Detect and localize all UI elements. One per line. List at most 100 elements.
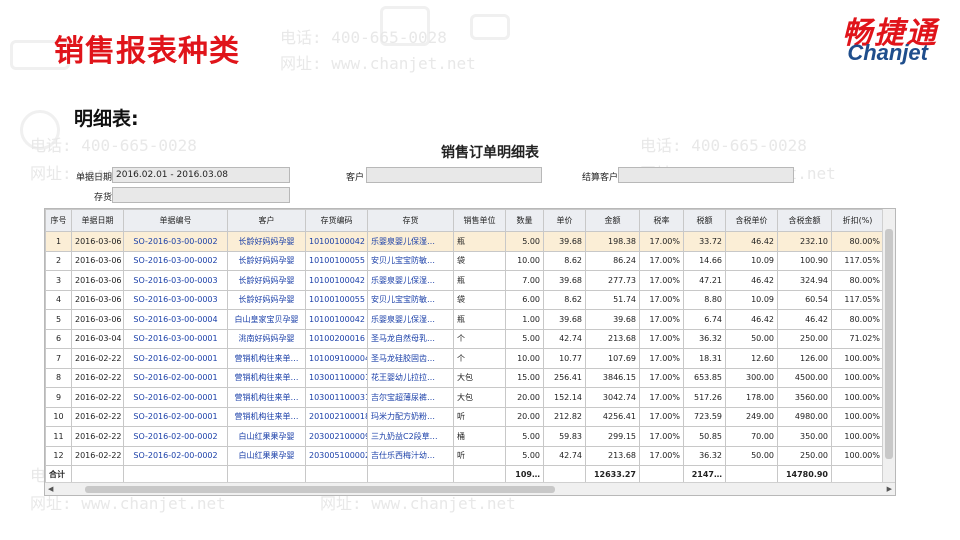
table-cell: 5.00 <box>505 445 544 466</box>
table-row[interactable]: 9 2016-02-22 SO-2016-02-00-0001 营销机构往来单… 103… <box>45 387 884 408</box>
table-cell: 212.82 <box>543 406 586 427</box>
settle-customer-filter-input[interactable] <box>618 167 794 183</box>
sales-order-detail-grid[interactable]: 序号 单据日期 单据编号 客户 存货编码 存货 销售单位 数量 单价 金额 税率 税额 含税单价 含税金额… <box>44 208 896 496</box>
table-row[interactable]: 12 2016-02-22 SO-2016-02-00-0002 白山红果果孕婴 203… <box>45 445 884 466</box>
table-cell: 249.00 <box>725 406 778 427</box>
column-header[interactable]: 销售单位 <box>453 209 506 232</box>
detail-table: 序号 单据日期 单据编号 客户 存货编码 存货 销售单位 数量 单价 金额 税率 税额 含税单价 含税金额… <box>45 209 884 484</box>
scroll-right-arrow-icon[interactable]: ▶ <box>887 483 892 495</box>
table-cell: 12.60 <box>725 348 778 369</box>
table-cell: SO-2016-03-00-0001 <box>123 328 228 349</box>
table-row[interactable]: 1 2016-03-06 SO-2016-03-00-0002 长龄好妈妈孕婴 1010… <box>45 231 884 252</box>
customer-filter-label: 客户 <box>346 173 365 183</box>
column-header[interactable]: 税率 <box>639 209 684 232</box>
table-cell: 33.72 <box>683 231 726 252</box>
table-cell: 6 <box>45 328 72 349</box>
table-cell: 10 <box>45 406 72 427</box>
table-cell: SO-2016-03-00-0004 <box>123 309 228 330</box>
vertical-scroll-thumb[interactable] <box>885 229 893 459</box>
table-cell: 瓶 <box>453 309 506 330</box>
vertical-scrollbar[interactable] <box>882 209 895 483</box>
scroll-left-arrow-icon[interactable]: ◀ <box>48 483 53 495</box>
column-header[interactable]: 单据日期 <box>71 209 124 232</box>
table-cell: 7 <box>45 348 72 369</box>
table-cell: SO-2016-02-00-0001 <box>123 387 228 408</box>
table-cell: 86.24 <box>585 250 640 271</box>
table-cell: 17.00% <box>639 406 684 427</box>
table-cell: 15.00 <box>505 367 544 388</box>
table-cell: 653.85 <box>683 367 726 388</box>
table-cell: 46.42 <box>725 231 778 252</box>
table-cell: 46.42 <box>725 270 778 291</box>
table-cell: 213.68 <box>585 445 640 466</box>
table-row[interactable]: 4 2016-03-06 SO-2016-03-00-0003 长龄好妈妈孕婴 1010… <box>45 289 884 310</box>
horizontal-scroll-thumb[interactable] <box>85 486 555 493</box>
date-filter-label: 单据日期 <box>76 173 113 183</box>
table-cell: 10.00 <box>505 250 544 271</box>
table-row[interactable]: 10 2016-02-22 SO-2016-02-00-0001 营销机构往来单… 20… <box>45 406 884 427</box>
table-cell: 洮南好妈妈孕婴 <box>227 328 306 349</box>
section-subtitle: 明细表: <box>74 108 139 130</box>
column-header[interactable]: 金额 <box>585 209 640 232</box>
table-row[interactable]: 2 2016-03-06 SO-2016-03-00-0002 长龄好妈妈孕婴 1010… <box>45 250 884 271</box>
table-cell: 5 <box>45 309 72 330</box>
table-cell: 10100100042 <box>305 309 368 330</box>
table-cell: 10100100055 <box>305 289 368 310</box>
table-cell: 17.00% <box>639 367 684 388</box>
table-cell: 80.00% <box>831 270 884 291</box>
table-cell: 117.05% <box>831 250 884 271</box>
inventory-filter-input[interactable] <box>112 187 290 203</box>
table-cell: 2016-03-04 <box>71 328 124 349</box>
table-cell: 2016-02-22 <box>71 348 124 369</box>
table-row[interactable]: 11 2016-02-22 SO-2016-02-00-0002 白山红果果孕婴 203… <box>45 426 884 447</box>
table-row[interactable]: 5 2016-03-06 SO-2016-03-00-0004 白山皇家宝贝孕婴 101… <box>45 309 884 330</box>
horizontal-scrollbar[interactable]: ◀ ▶ <box>45 482 895 495</box>
table-cell: 袋 <box>453 289 506 310</box>
table-cell: 203005100002 <box>305 445 368 466</box>
total-cell <box>227 465 306 484</box>
table-cell: 201002100018 <box>305 406 368 427</box>
table-cell: 瓶 <box>453 231 506 252</box>
table-row[interactable]: 6 2016-03-04 SO-2016-03-00-0001 洮南好妈妈孕婴 1010… <box>45 328 884 349</box>
inventory-filter-label: 存货 <box>94 193 113 203</box>
table-cell: 17.00% <box>639 289 684 310</box>
column-header[interactable]: 单价 <box>543 209 586 232</box>
table-row[interactable]: 7 2016-02-22 SO-2016-02-00-0001 营销机构往来单… 101… <box>45 348 884 369</box>
table-cell: 42.74 <box>543 445 586 466</box>
column-header[interactable]: 税额 <box>683 209 726 232</box>
customer-filter-input[interactable] <box>366 167 542 183</box>
logo-english-text: Chanjet <box>847 40 928 65</box>
table-cell: 5.00 <box>505 426 544 447</box>
table-cell: 17.00% <box>639 328 684 349</box>
table-cell: 17.00% <box>639 387 684 408</box>
column-header[interactable]: 存货编码 <box>305 209 368 232</box>
date-filter-input[interactable]: 2016.02.01 - 2016.03.08 <box>112 167 290 183</box>
table-row[interactable]: 8 2016-02-22 SO-2016-02-00-0001 营销机构往来单… 103… <box>45 367 884 388</box>
table-row[interactable]: 3 2016-03-06 SO-2016-03-00-0003 长龄好妈妈孕婴 1010… <box>45 270 884 291</box>
column-header[interactable]: 序号 <box>45 209 72 232</box>
table-cell: 117.05% <box>831 289 884 310</box>
table-cell: 36.32 <box>683 328 726 349</box>
column-header[interactable]: 含税单价 <box>725 209 778 232</box>
total-cell <box>453 465 506 484</box>
table-cell: 17.00% <box>639 309 684 330</box>
total-label: 合计 <box>45 465 72 484</box>
table-cell: 46.42 <box>725 309 778 330</box>
table-cell: 9 <box>45 387 72 408</box>
column-header[interactable]: 含税金额 <box>777 209 832 232</box>
table-cell: 10100200016 <box>305 328 368 349</box>
table-cell: 瓶 <box>453 270 506 291</box>
table-cell: 17.00% <box>639 348 684 369</box>
column-header[interactable]: 折扣(%) <box>831 209 884 232</box>
table-cell: 2016-02-22 <box>71 367 124 388</box>
table-cell: 20.00 <box>505 406 544 427</box>
table-cell: 乐婴泉婴儿保湿… <box>367 309 454 330</box>
column-header[interactable]: 数量 <box>505 209 544 232</box>
column-header[interactable]: 客户 <box>227 209 306 232</box>
table-cell: 100.00% <box>831 348 884 369</box>
column-header[interactable]: 单据编号 <box>123 209 228 232</box>
table-cell: 营销机构往来单… <box>227 406 306 427</box>
table-cell: SO-2016-03-00-0002 <box>123 250 228 271</box>
column-header[interactable]: 存货 <box>367 209 454 232</box>
table-cell: 80.00% <box>831 309 884 330</box>
